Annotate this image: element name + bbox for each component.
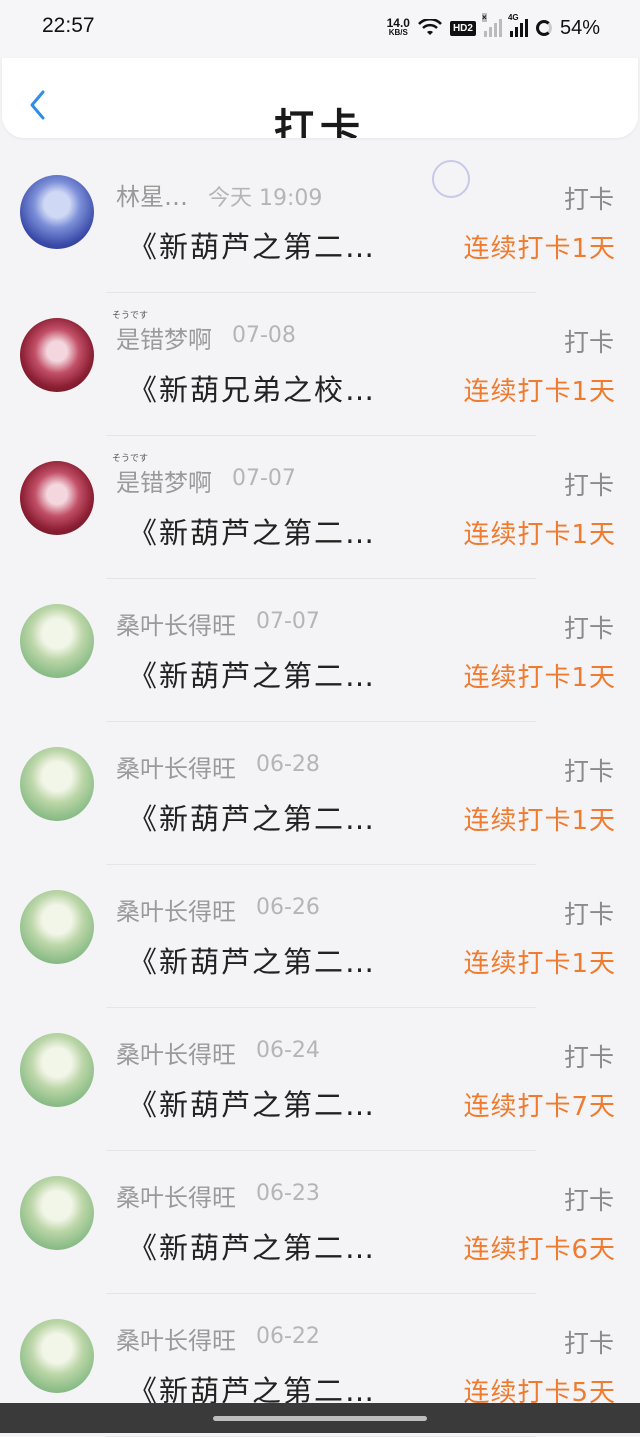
book-title[interactable]: 《新葫芦之第二… <box>128 796 376 838</box>
book-title[interactable]: 《新葫兄弟之校… <box>128 367 376 409</box>
checkin-type: 打卡 <box>563 1186 614 1215</box>
user-name[interactable]: 桑叶长得旺 <box>116 1035 236 1070</box>
avatar[interactable] <box>20 318 94 392</box>
list-item[interactable]: そうです 是错梦啊 07-07 打卡 《新葫芦之第二… 连续打卡1天 <box>0 436 640 579</box>
battery-icon <box>535 20 552 36</box>
list-item[interactable]: 桑叶长得旺 06-26 打卡《新葫芦之第二… 连续打卡1天 <box>0 865 640 1008</box>
book-title[interactable]: 《新葫芦之第二… <box>128 510 376 552</box>
list-item[interactable]: 林星… 今天 19:09 打卡《新葫芦之第二… 连续打卡1天 <box>0 150 640 293</box>
streak-label: 连续打卡1天 <box>463 520 616 550</box>
avatar[interactable] <box>20 1319 94 1393</box>
list-item[interactable]: 桑叶长得旺 07-07 打卡《新葫芦之第二… 连续打卡1天 <box>0 579 640 722</box>
checkin-type: 打卡 <box>563 328 614 357</box>
checkin-date: 今天 19:09 <box>208 186 323 211</box>
user-name[interactable]: 桑叶长得旺 <box>116 1178 236 1213</box>
signal-sim2-icon: 4G <box>508 13 528 37</box>
signal-sim1-icon: × <box>481 13 502 37</box>
checkin-date: 06-22 <box>256 1324 320 1349</box>
book-title[interactable]: 《新葫芦之第二… <box>128 939 376 981</box>
home-indicator[interactable] <box>213 1416 427 1421</box>
streak-label: 连续打卡1天 <box>463 949 616 979</box>
streak-label: 连续打卡7天 <box>463 1092 616 1122</box>
checkin-type: 打卡 <box>563 1043 614 1072</box>
network-speed-unit: KB/S <box>388 28 408 37</box>
user-name[interactable]: 是错梦啊 <box>116 463 212 498</box>
checkin-date: 07-07 <box>256 609 320 634</box>
user-name[interactable]: 桑叶长得旺 <box>116 749 236 784</box>
checkin-type: 打卡 <box>563 900 614 929</box>
list-item[interactable]: 桑叶长得旺 06-24 打卡《新葫芦之第二… 连续打卡7天 <box>0 1008 640 1151</box>
avatar[interactable] <box>20 1033 94 1107</box>
checkin-type: 打卡 <box>563 185 614 214</box>
navigation-bar <box>0 1403 640 1433</box>
streak-label: 连续打卡1天 <box>463 806 616 836</box>
user-name[interactable]: 是错梦啊 <box>116 320 212 355</box>
page-title: 打卡 <box>274 106 366 138</box>
list-item[interactable]: 桑叶长得旺 06-28 打卡《新葫芦之第二… 连续打卡1天 <box>0 722 640 865</box>
streak-label: 连续打卡1天 <box>463 234 616 264</box>
checkin-type: 打卡 <box>563 757 614 786</box>
list-item[interactable]: 桑叶长得旺 06-23 打卡《新葫芦之第二… 连续打卡6天 <box>0 1151 640 1294</box>
streak-label: 连续打卡1天 <box>463 377 616 407</box>
page-header: 打卡 <box>2 58 638 138</box>
checkin-date: 06-24 <box>256 1038 320 1063</box>
checkin-list: 林星… 今天 19:09 打卡 《新葫芦之第二… 连续打卡1天 そうです 是错梦啊 07-08… <box>0 150 640 1437</box>
checkin-date: 07-08 <box>232 323 296 348</box>
avatar[interactable] <box>20 747 94 821</box>
wifi-icon <box>418 19 442 35</box>
network-type: 4G <box>507 13 519 22</box>
avatar[interactable] <box>20 1176 94 1250</box>
network-speed-value: 14.0 <box>386 16 410 30</box>
checkin-date: 06-26 <box>256 895 320 920</box>
loading-spinner <box>432 160 470 198</box>
status-bar: 22:57 14.0 KB/S HD2 × 4G 54% <box>0 0 640 58</box>
book-title[interactable]: 《新葫芦之第二… <box>128 1225 376 1267</box>
book-title[interactable]: 《新葫芦之第二… <box>128 653 376 695</box>
checkin-date: 06-28 <box>256 752 320 777</box>
book-title[interactable]: 《新葫芦之第二… <box>128 224 376 266</box>
network-speed: 14.0 KB/S <box>386 16 410 38</box>
list-item[interactable]: そうです 是错梦啊 07-08 打卡 《新葫兄弟之校… 连续打卡1天 <box>0 293 640 436</box>
streak-label: 连续打卡1天 <box>463 663 616 693</box>
avatar[interactable] <box>20 175 94 249</box>
status-time: 22:57 <box>42 14 95 37</box>
user-name[interactable]: 桑叶长得旺 <box>116 606 236 641</box>
avatar[interactable] <box>20 604 94 678</box>
user-name[interactable]: 桑叶长得旺 <box>116 1321 236 1356</box>
checkin-type: 打卡 <box>563 471 614 500</box>
user-name[interactable]: 林星… <box>116 177 188 212</box>
checkin-date: 06-23 <box>256 1181 320 1206</box>
hd-badge: HD2 <box>449 20 476 36</box>
avatar[interactable] <box>20 461 94 535</box>
battery-level: 54% <box>559 16 600 39</box>
checkin-type: 打卡 <box>563 614 614 643</box>
checkin-type: 打卡 <box>563 1329 614 1358</box>
checkin-date: 07-07 <box>232 466 296 491</box>
streak-label: 连续打卡6天 <box>463 1235 616 1265</box>
user-name[interactable]: 桑叶长得旺 <box>116 892 236 927</box>
book-title[interactable]: 《新葫芦之第二… <box>128 1082 376 1124</box>
status-icons: 14.0 KB/S HD2 × 4G 54% <box>387 12 600 44</box>
avatar[interactable] <box>20 890 94 964</box>
